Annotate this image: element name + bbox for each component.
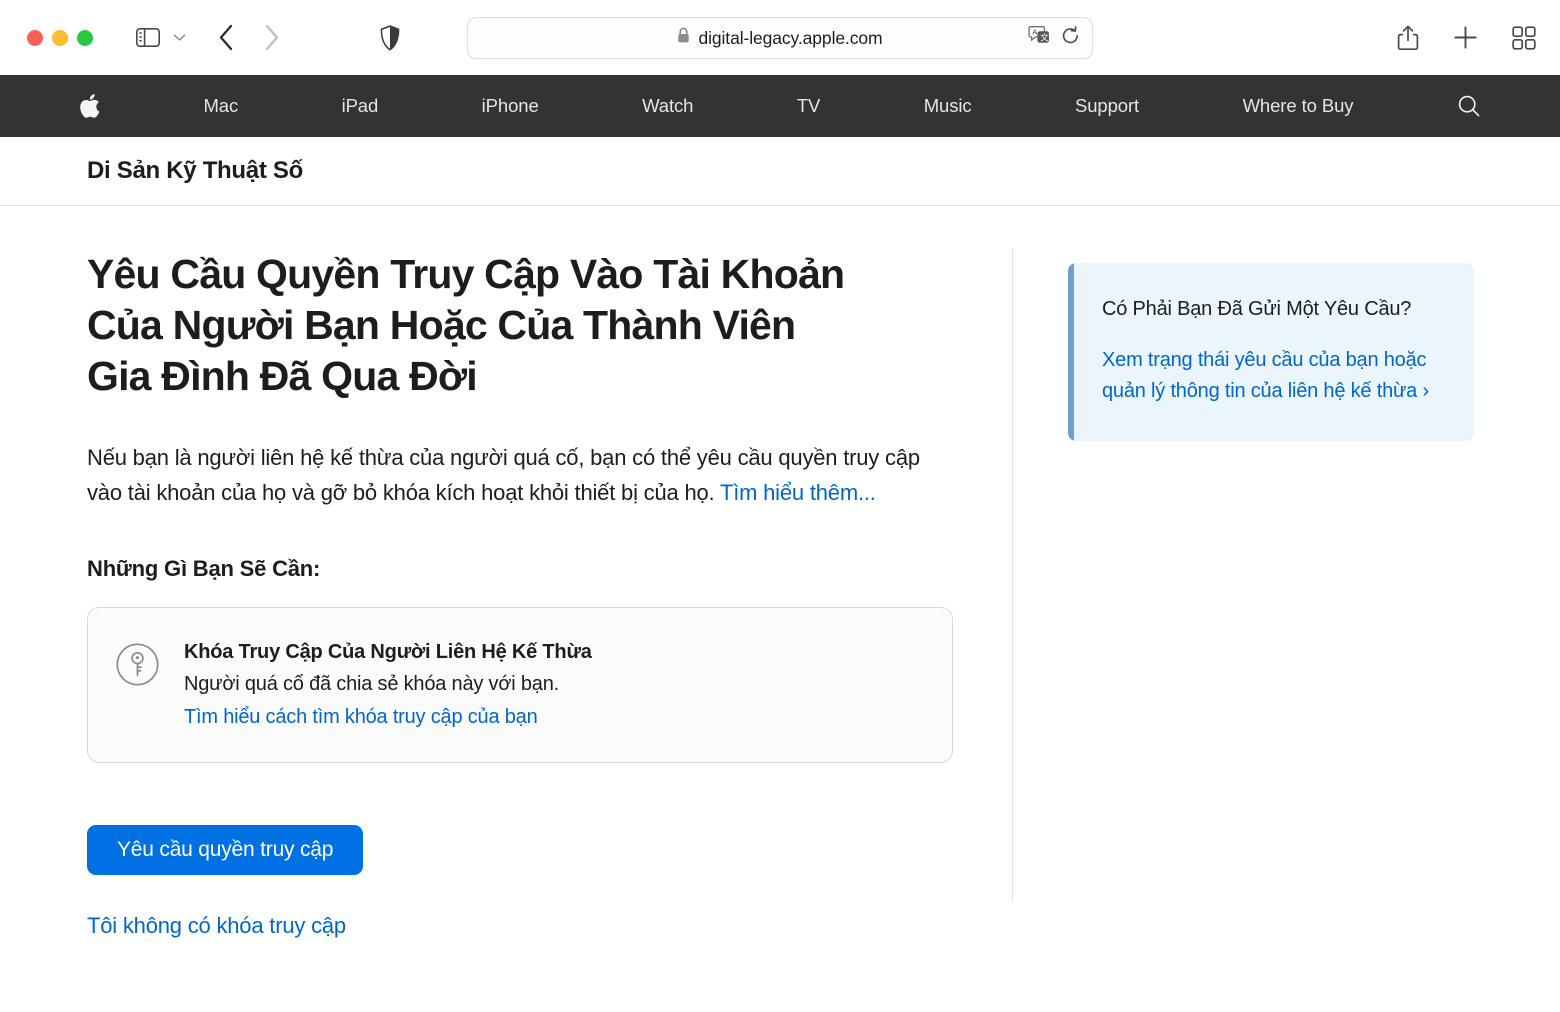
browser-window: digital-legacy.apple.com A 文 Mac iPad iP… — [0, 0, 1560, 1012]
request-status-card: Có Phải Bạn Đã Gửi Một Yêu Cầu? Xem trạn… — [1068, 263, 1474, 441]
url-text: digital-legacy.apple.com — [698, 27, 883, 48]
nav-item-watch[interactable]: Watch — [642, 95, 693, 117]
address-bar[interactable]: digital-legacy.apple.com A 文 — [467, 17, 1093, 59]
nav-item-mac[interactable]: Mac — [203, 95, 238, 117]
intro-paragraph: Nếu bạn là người liên hệ kế thừa của ngư… — [87, 440, 947, 510]
no-access-key-link[interactable]: Tôi không có khóa truy cập — [87, 913, 967, 939]
svg-text:A: A — [1032, 27, 1037, 36]
search-icon[interactable] — [1457, 94, 1481, 118]
close-window-button[interactable] — [27, 29, 43, 46]
requirement-description: Người quá cố đã chia sẻ khóa này với bạn… — [184, 673, 559, 695]
learn-more-link[interactable]: Tìm hiểu thêm... — [720, 480, 876, 505]
request-access-button[interactable]: Yêu cầu quyền truy cập — [87, 825, 364, 875]
nav-item-iphone[interactable]: iPhone — [482, 95, 539, 117]
zoom-window-button[interactable] — [77, 29, 93, 46]
view-request-status-link[interactable]: Xem trạng thái yêu cầu của bạn hoặc quản… — [1102, 345, 1444, 407]
key-circle-icon — [116, 643, 159, 691]
local-nav-bar: Di Sản Kỹ Thuật Số — [0, 137, 1560, 206]
window-controls — [27, 29, 93, 46]
main-headline: Yêu Cầu Quyền Truy Cập Vào Tài Khoản Của… — [87, 251, 845, 399]
reload-icon[interactable] — [1061, 25, 1080, 51]
find-access-key-link[interactable]: Tìm hiểu cách tìm khóa truy cập của bạn — [184, 706, 538, 728]
sidebar-toggle-icon[interactable] — [136, 28, 160, 47]
toolbar-right-actions — [1397, 0, 1536, 75]
back-button[interactable] — [210, 24, 242, 51]
page-title[interactable]: Di Sản Kỹ Thuật Số — [87, 157, 303, 185]
requirement-card: Khóa Truy Cập Của Người Liên Hệ Kế Thừa … — [87, 607, 953, 763]
card-accent-bar — [1068, 263, 1074, 441]
aside-card-title: Có Phải Bạn Đã Gửi Một Yêu Cầu? — [1102, 298, 1412, 320]
minimize-window-button[interactable] — [52, 29, 68, 46]
url-display: digital-legacy.apple.com — [677, 27, 883, 49]
requirements-heading: Những Gì Bạn Sẽ Cần: — [87, 556, 321, 581]
nav-item-ipad[interactable]: iPad — [342, 95, 379, 117]
column-divider — [1012, 248, 1013, 900]
lock-icon — [677, 27, 690, 49]
apple-logo-icon[interactable] — [79, 93, 100, 119]
new-tab-plus-icon[interactable] — [1453, 25, 1478, 50]
requirement-title: Khóa Truy Cập Của Người Liên Hệ Kế Thừa — [184, 641, 592, 663]
aside-column: Có Phải Bạn Đã Gửi Một Yêu Cầu? Xem trạn… — [1068, 263, 1474, 441]
translate-icon[interactable]: A 文 — [1028, 26, 1050, 50]
sidebar-chevron-down-icon[interactable] — [169, 33, 189, 42]
svg-text:文: 文 — [1040, 31, 1049, 42]
tab-overview-icon[interactable] — [1512, 25, 1536, 50]
browser-toolbar: digital-legacy.apple.com A 文 — [0, 0, 1560, 75]
apple-global-nav: Mac iPad iPhone Watch TV Music Support W… — [0, 75, 1560, 137]
nav-item-support[interactable]: Support — [1075, 95, 1139, 117]
nav-item-music[interactable]: Music — [924, 95, 972, 117]
nav-item-where-to-buy[interactable]: Where to Buy — [1243, 95, 1354, 117]
address-bar-actions: A 文 — [1028, 25, 1080, 51]
main-column: Yêu Cầu Quyền Truy Cập Vào Tài Khoản Của… — [87, 249, 967, 939]
forward-button[interactable] — [256, 24, 288, 51]
privacy-shield-icon[interactable] — [380, 24, 400, 51]
nav-item-tv[interactable]: TV — [797, 95, 821, 117]
share-icon[interactable] — [1397, 25, 1419, 51]
page-content: Yêu Cầu Quyền Truy Cập Vào Tài Khoản Của… — [0, 207, 1560, 1012]
